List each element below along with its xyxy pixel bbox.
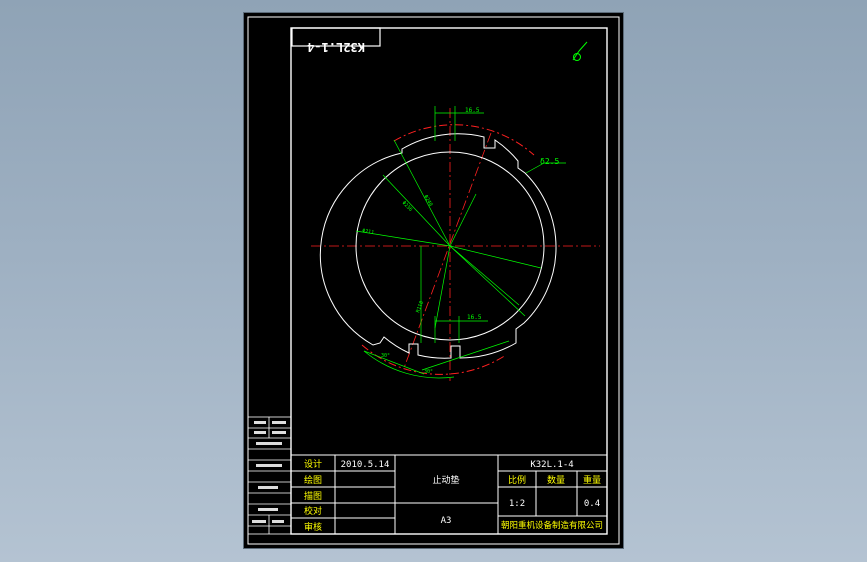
sheet-size: A3 bbox=[441, 516, 452, 526]
dim-slot-top: 16.5 bbox=[465, 107, 480, 114]
title-drawing-number: K32L.1-4 bbox=[530, 460, 573, 470]
part-name: 止动垫 bbox=[432, 474, 459, 486]
binding-strip bbox=[247, 416, 292, 535]
inner-frame bbox=[290, 27, 608, 535]
scale-value: 1:2 bbox=[509, 499, 525, 509]
roughness-icon bbox=[572, 41, 588, 61]
weight-value: 0.4 bbox=[584, 499, 600, 509]
role-design: 设计 bbox=[304, 458, 322, 470]
dimension-lines bbox=[355, 106, 566, 379]
weight-label: 重量 bbox=[583, 474, 601, 486]
dim-radial: R118 bbox=[415, 300, 425, 313]
design-date: 2010.5.14 bbox=[341, 460, 390, 470]
quantity-label: 数量 bbox=[547, 474, 565, 486]
dim-outer-dia: Φ240 bbox=[422, 194, 433, 207]
role-draw: 绘图 bbox=[304, 474, 322, 486]
dim-slot-bottom: 16.5 bbox=[467, 314, 482, 321]
mirrored-drawing-number: K32L.1-4 bbox=[307, 40, 365, 54]
dim-inner-dia: Φ211 bbox=[362, 228, 375, 236]
role-approve: 审核 bbox=[304, 521, 322, 533]
dim-thickness: δ2.5 bbox=[540, 157, 559, 166]
company-name: 朝阳重机设备制造有限公司 bbox=[501, 520, 603, 531]
scale-label: 比例 bbox=[508, 474, 526, 486]
dim-mid-dia: Φ236 bbox=[401, 200, 414, 213]
tab-arcs bbox=[361, 124, 535, 375]
cad-drawing: K32L.1-4 16.5 16.5 δ2.5 Φ240 Φ236 Φ211 R… bbox=[247, 16, 620, 545]
dim-angle-2: 30° bbox=[424, 369, 433, 375]
drawing-sheet: K32L.1-4 16.5 16.5 δ2.5 Φ240 Φ236 Φ211 R… bbox=[244, 13, 623, 548]
dim-angle-1: 30° bbox=[381, 353, 390, 359]
role-check: 校对 bbox=[304, 505, 322, 517]
role-trace: 描图 bbox=[304, 490, 322, 502]
